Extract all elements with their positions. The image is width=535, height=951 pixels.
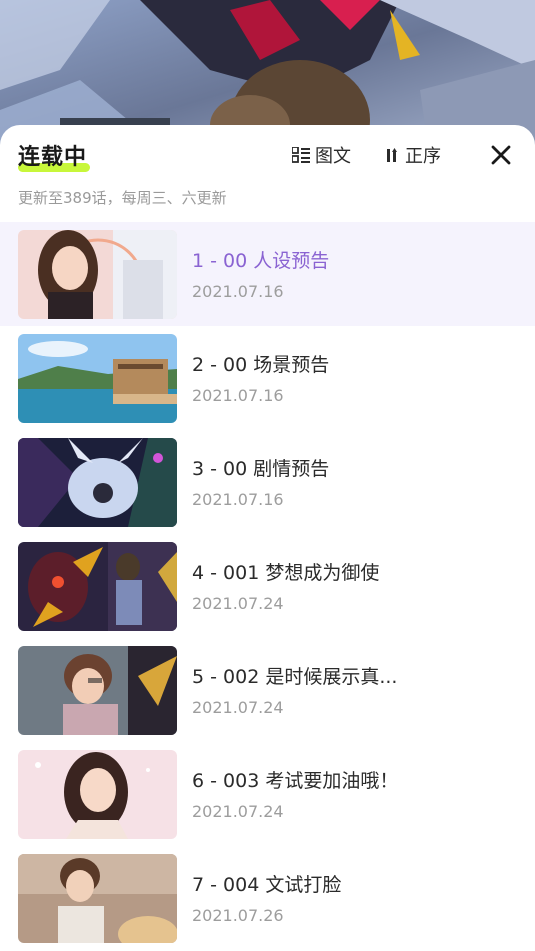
chapter-date: 2021.07.24 bbox=[192, 594, 284, 613]
chapter-thumbnail bbox=[18, 542, 177, 631]
chapter-item[interactable]: 6 - 003 考试要加油哦！ 2021.07.24 bbox=[0, 742, 535, 846]
chapter-item[interactable]: 7 - 004 文试打脸 2021.07.26 bbox=[0, 846, 535, 950]
chapter-title: 2 - 00 场景预告 bbox=[192, 354, 330, 376]
chapter-date: 2021.07.24 bbox=[192, 698, 284, 717]
chapter-item[interactable]: 1 - 00 人设预告 2021.07.16 bbox=[0, 222, 535, 326]
grid-list-icon bbox=[292, 147, 310, 163]
update-schedule-text: 更新至389话，每周三、六更新 bbox=[18, 189, 227, 207]
chapter-thumbnail bbox=[18, 230, 177, 319]
chapter-item[interactable]: 3 - 00 剧情预告 2021.07.16 bbox=[0, 430, 535, 534]
chapter-list: 1 - 00 人设预告 2021.07.16 2 - 00 场景预告 2021.… bbox=[0, 222, 535, 950]
chapter-date: 2021.07.16 bbox=[192, 282, 284, 301]
chapter-title: 1 - 00 人设预告 bbox=[192, 250, 330, 272]
chapter-thumbnail bbox=[18, 750, 177, 839]
chapter-title: 4 - 001 梦想成为御使 bbox=[192, 562, 380, 584]
chapter-list-sheet: 连载中 图文 正序 更新至389话，每周三、六更新 1 - 00 人设预告 20… bbox=[0, 125, 535, 951]
chapter-thumbnail bbox=[18, 438, 177, 527]
sort-order-icon bbox=[387, 148, 397, 162]
close-icon bbox=[491, 145, 511, 165]
close-button[interactable] bbox=[488, 142, 514, 168]
chapter-title: 3 - 00 剧情预告 bbox=[192, 458, 330, 480]
chapter-thumbnail bbox=[18, 854, 177, 943]
chapter-title: 7 - 004 文试打脸 bbox=[192, 874, 342, 896]
chapter-thumbnail bbox=[18, 646, 177, 735]
chapter-item[interactable]: 4 - 001 梦想成为御使 2021.07.24 bbox=[0, 534, 535, 638]
chapter-thumbnail bbox=[18, 334, 177, 423]
view-mode-label: 图文 bbox=[315, 146, 351, 167]
sort-order-toggle[interactable]: 正序 bbox=[386, 142, 441, 168]
chapter-date: 2021.07.26 bbox=[192, 906, 284, 925]
sheet-header: 连载中 图文 正序 bbox=[0, 125, 535, 187]
chapter-title: 6 - 003 考试要加油哦！ bbox=[192, 770, 399, 792]
serial-status-title: 连载中 bbox=[18, 145, 88, 170]
chapter-item[interactable]: 5 - 002 是时候展示真... 2021.07.24 bbox=[0, 638, 535, 742]
chapter-date: 2021.07.16 bbox=[192, 490, 284, 509]
chapter-date: 2021.07.16 bbox=[192, 386, 284, 405]
view-mode-toggle[interactable]: 图文 bbox=[292, 142, 351, 168]
chapter-item[interactable]: 2 - 00 场景预告 2021.07.16 bbox=[0, 326, 535, 430]
chapter-title: 5 - 002 是时候展示真... bbox=[192, 666, 398, 688]
sort-order-label: 正序 bbox=[405, 146, 441, 167]
chapter-date: 2021.07.24 bbox=[192, 802, 284, 821]
